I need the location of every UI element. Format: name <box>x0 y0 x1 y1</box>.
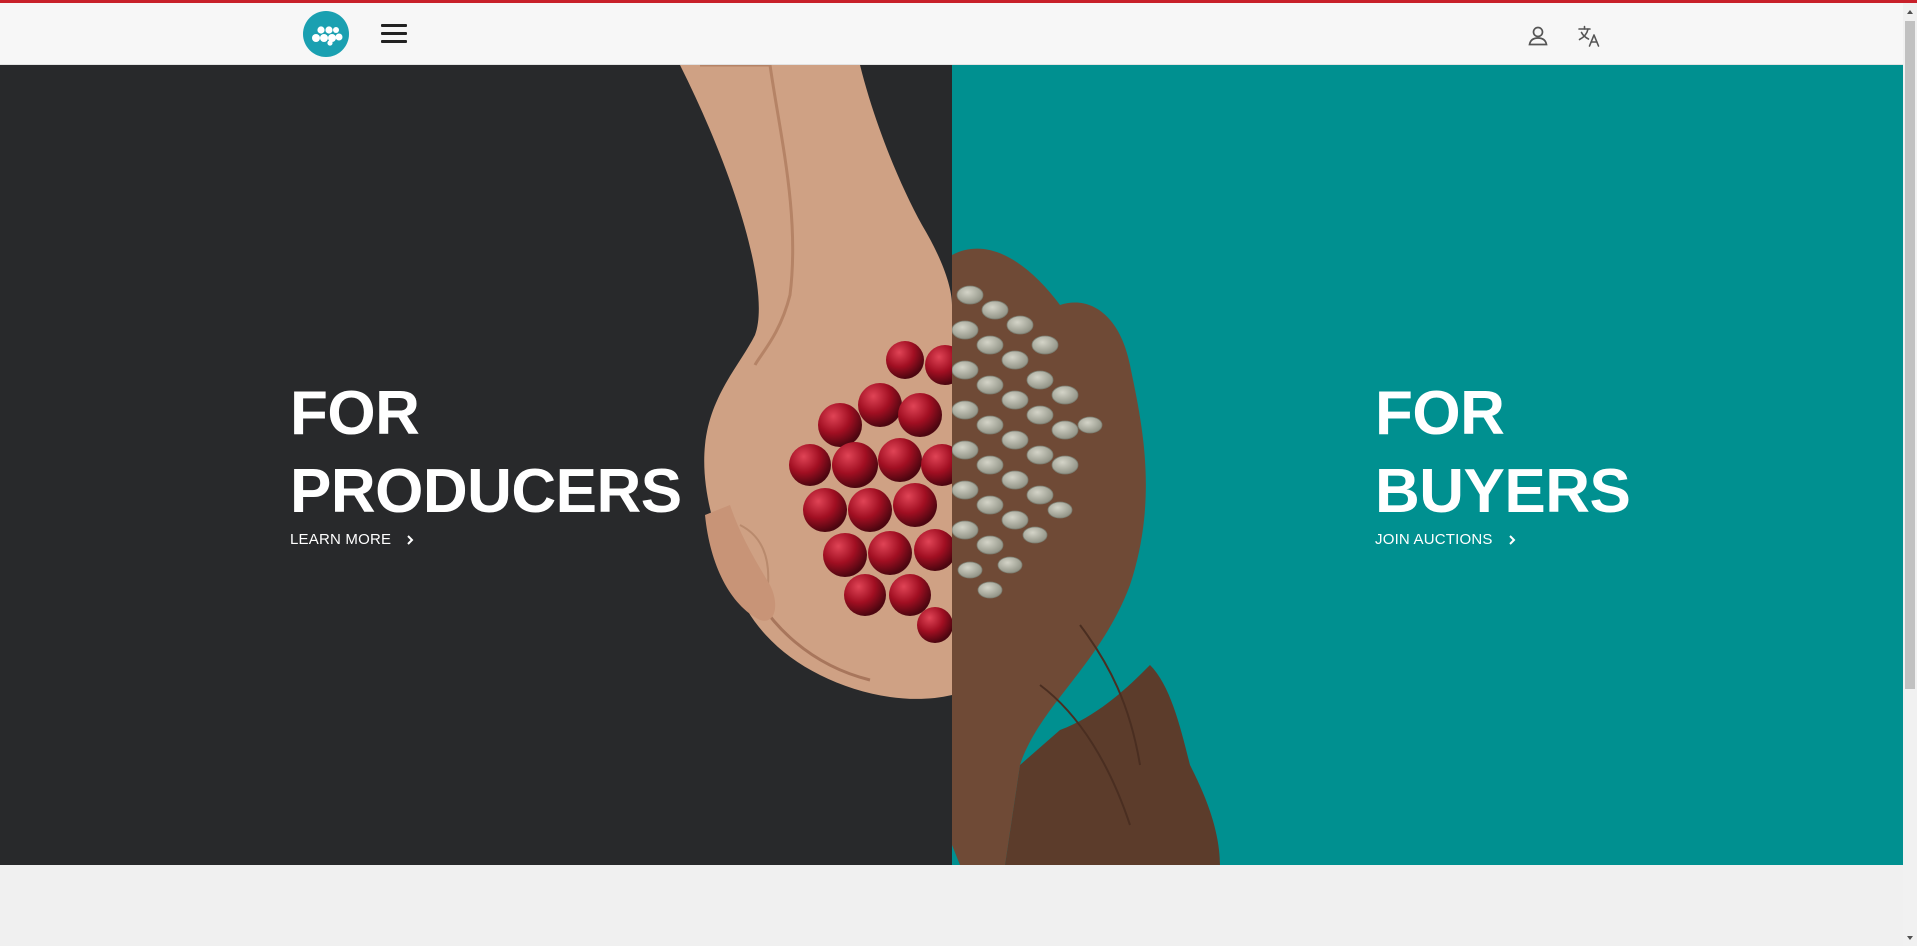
scrollbar-thumb[interactable] <box>1905 21 1915 689</box>
buyers-title-line1: FOR <box>1375 379 1505 448</box>
scroll-up-arrow-icon[interactable] <box>1905 6 1915 18</box>
hamburger-bar <box>381 40 407 43</box>
below-fold-section <box>0 865 1903 946</box>
producers-hero-text: FOR PRODUCERS LEARN MORE <box>290 375 682 549</box>
user-icon[interactable] <box>1525 23 1551 49</box>
hamburger-bar <box>381 32 407 35</box>
join-auctions-link[interactable]: JOIN AUCTIONS <box>1375 531 1517 548</box>
producers-title: FOR PRODUCERS <box>290 375 682 531</box>
vertical-scrollbar[interactable] <box>1903 3 1917 946</box>
buyers-title: FOR BUYERS <box>1375 375 1631 531</box>
buyers-hero-text: FOR BUYERS JOIN AUCTIONS <box>1375 375 1631 549</box>
producers-title-line1: FOR <box>290 379 420 448</box>
buyers-title-line2: BUYERS <box>1375 457 1631 526</box>
hamburger-bar <box>381 24 407 27</box>
scroll-down-arrow-icon[interactable] <box>1905 932 1915 944</box>
chevron-right-icon <box>1507 534 1517 546</box>
translate-icon[interactable] <box>1576 23 1602 49</box>
hamburger-menu-icon[interactable] <box>381 23 407 45</box>
join-auctions-label: JOIN AUCTIONS <box>1375 531 1493 548</box>
navbar <box>0 3 1903 65</box>
producers-title-line2: PRODUCERS <box>290 457 682 526</box>
hands-coffee-image <box>660 65 1280 865</box>
learn-more-label: LEARN MORE <box>290 531 392 548</box>
hero-section: FOR PRODUCERS LEARN MORE FOR BUYERS JOIN… <box>0 65 1903 865</box>
learn-more-link[interactable]: LEARN MORE <box>290 531 415 548</box>
chevron-right-icon <box>405 534 415 546</box>
logo-icon[interactable] <box>303 11 349 57</box>
